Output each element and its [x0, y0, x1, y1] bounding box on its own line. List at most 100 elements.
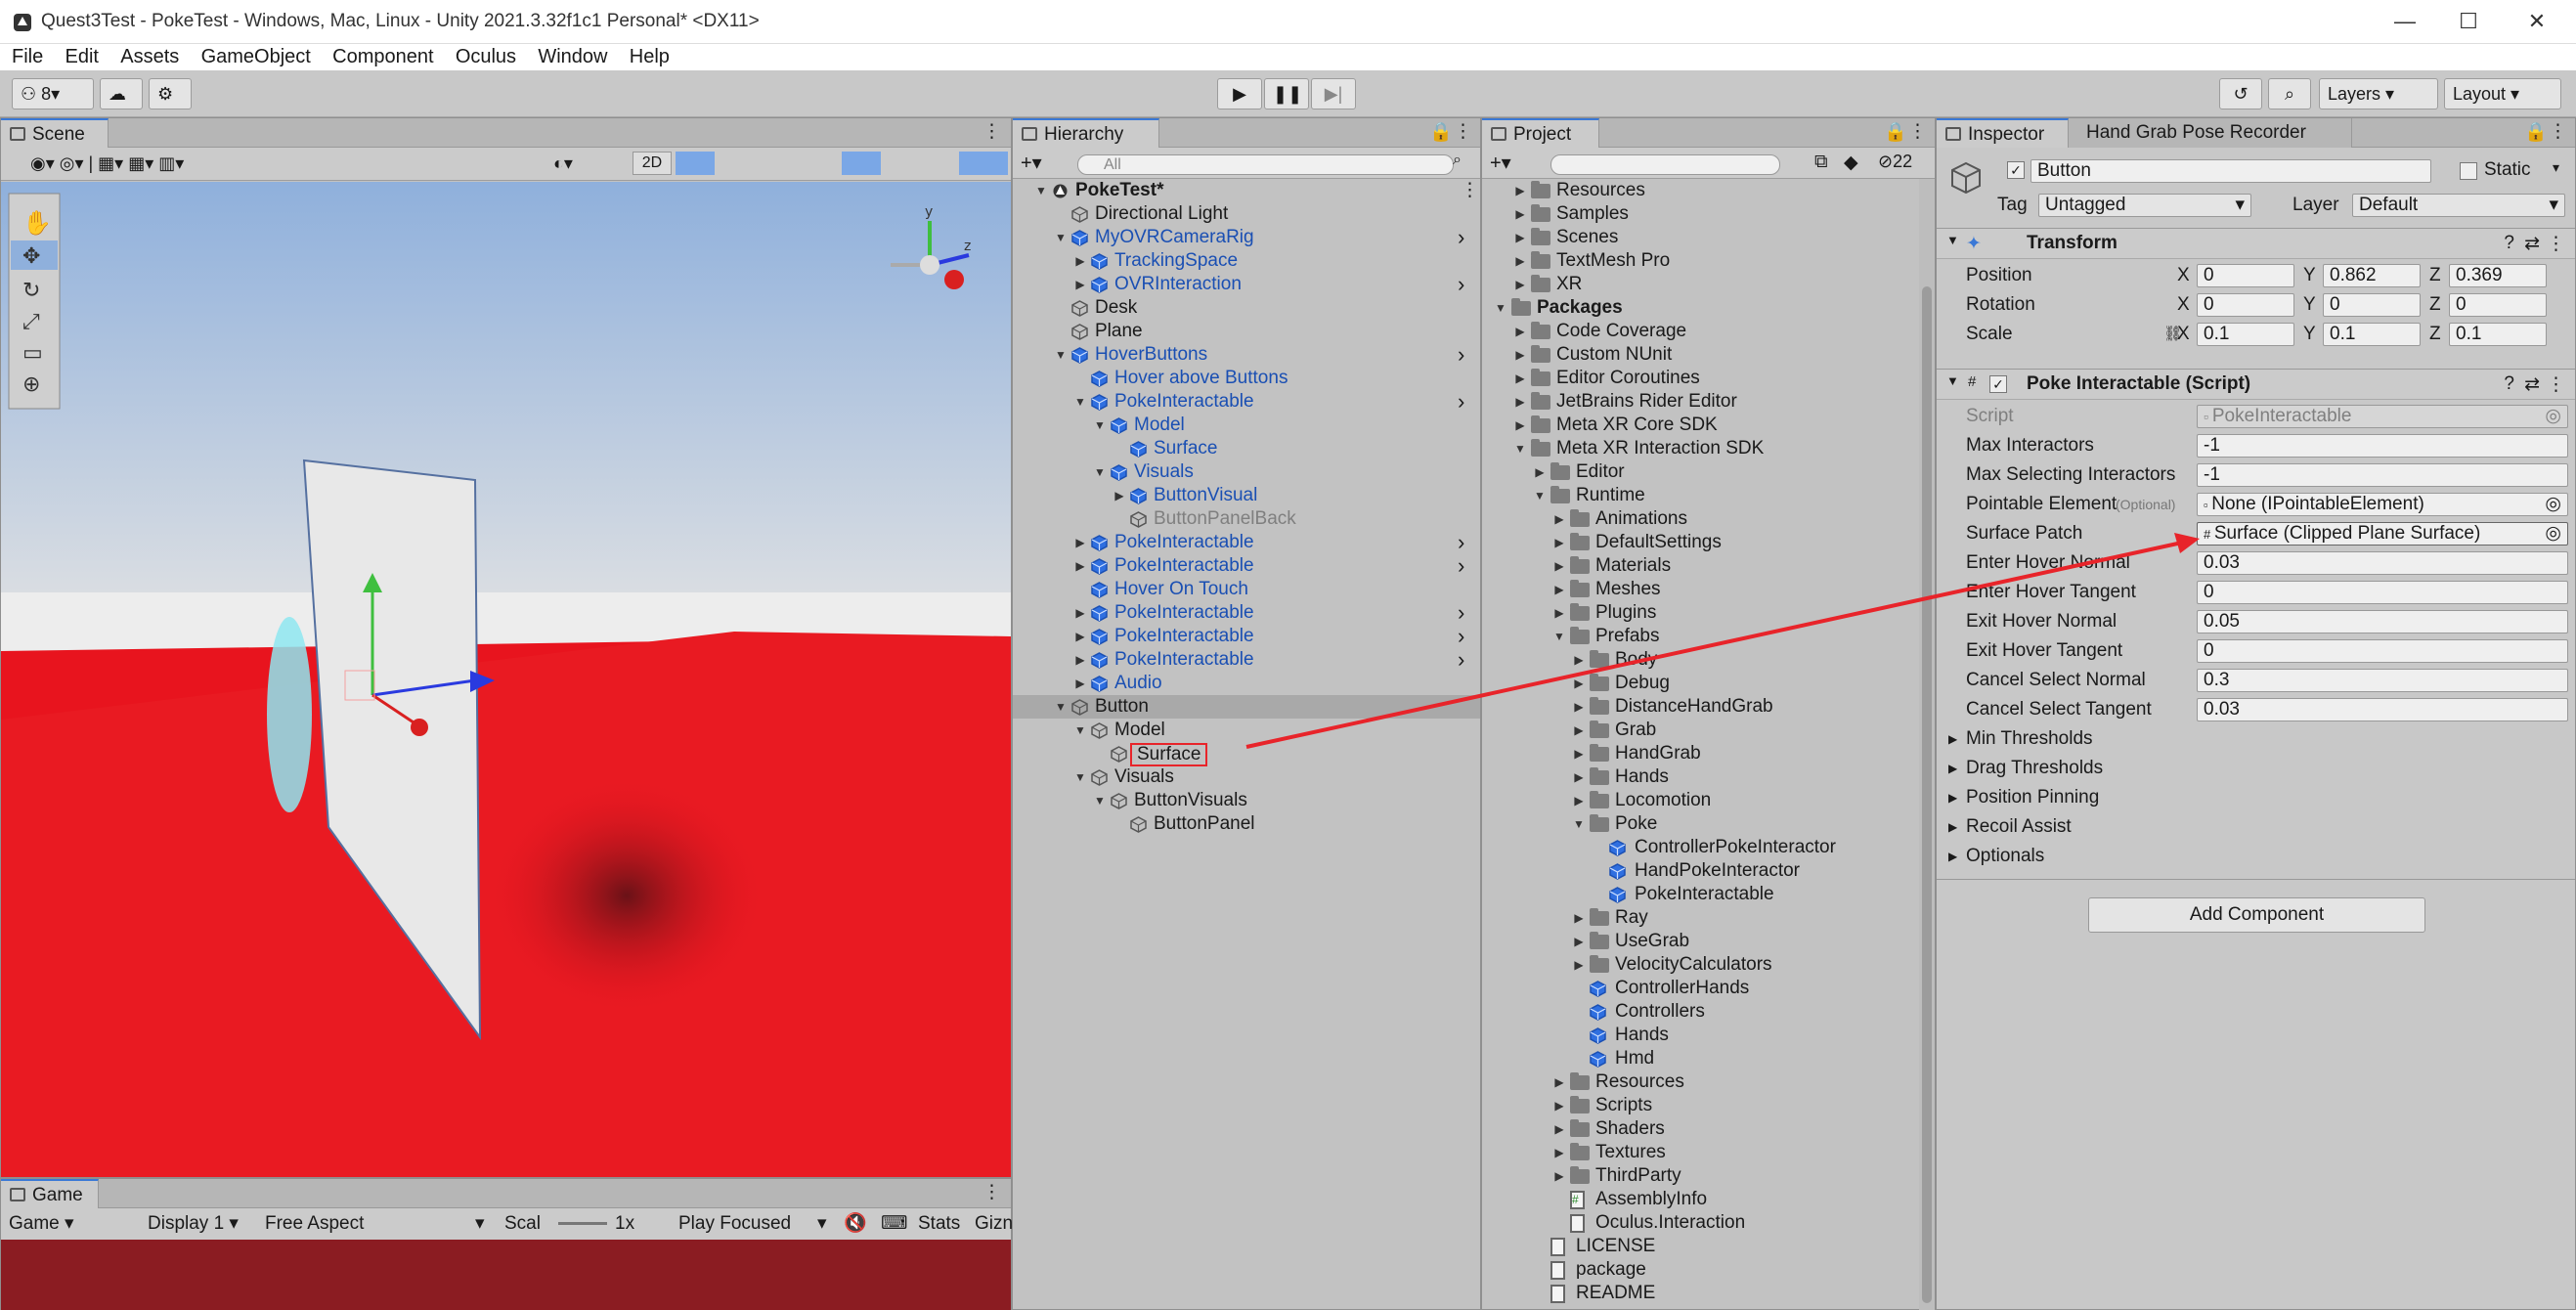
- expand-toggle-icon[interactable]: ▶: [1572, 906, 1586, 930]
- project-item[interactable]: ▶ Editor Coroutines: [1482, 367, 1917, 390]
- draw-mode-icon[interactable]: ◉▾ ◎▾ | ▦▾ ▦▾ ▥▾: [30, 153, 184, 174]
- hierarchy-item[interactable]: ▶ PokeInteractable ›: [1013, 648, 1480, 672]
- project-item[interactable]: ▶ Hands: [1482, 765, 1917, 789]
- preset-icon[interactable]: ⇄: [2524, 233, 2540, 255]
- play-focused-dropdown[interactable]: Play Focused: [678, 1208, 791, 1240]
- expand-toggle-icon[interactable]: ▶: [1552, 578, 1566, 601]
- tag-dropdown[interactable]: Untagged ▾: [2038, 194, 2251, 217]
- poke-field-value[interactable]: 0.3: [2197, 669, 2568, 692]
- expand-toggle-icon[interactable]: ▶: [1552, 554, 1566, 578]
- display-dropdown[interactable]: Display 1 ▾: [148, 1208, 239, 1240]
- x-field[interactable]: 0: [2197, 264, 2294, 287]
- hierarchy-item[interactable]: ▼ HoverButtons ›: [1013, 343, 1480, 367]
- foldout-row[interactable]: ▶ Drag Thresholds: [1937, 754, 2575, 783]
- history-icon[interactable]: ↺: [2219, 78, 2262, 109]
- expand-toggle-icon[interactable]: ▼: [1054, 343, 1068, 367]
- project-item[interactable]: ▶ TextMesh Pro: [1482, 249, 1917, 273]
- foldout-row[interactable]: ▶ Optionals: [1937, 842, 2575, 871]
- project-item[interactable]: ▶ DefaultSettings: [1482, 531, 1917, 554]
- expand-toggle-icon[interactable]: ▼: [1093, 460, 1107, 484]
- child-arrow-icon[interactable]: ›: [1458, 390, 1464, 414]
- hierarchy-item[interactable]: ▶ PokeInteractable ›: [1013, 601, 1480, 625]
- hierarchy-item[interactable]: ButtonPanel: [1013, 812, 1480, 836]
- tab-hierarchy[interactable]: Hierarchy: [1013, 118, 1159, 148]
- scene-viewport[interactable]: y z ✋ ✥ ↻ ⤢ ▭ ⊕: [1, 182, 1011, 1177]
- hierarchy-item[interactable]: ▶ PokeInteractable ›: [1013, 554, 1480, 578]
- mute-icon[interactable]: 🔇: [844, 1208, 867, 1240]
- y-field[interactable]: 0.862: [2323, 264, 2421, 287]
- foldout-toggle-icon[interactable]: ▶: [1948, 754, 1957, 783]
- expand-toggle-icon[interactable]: ▶: [1513, 179, 1527, 202]
- play-button[interactable]: ▶: [1217, 78, 1262, 109]
- help-icon[interactable]: ?: [2504, 233, 2514, 254]
- z-field[interactable]: 0.1: [2449, 323, 2547, 346]
- project-item[interactable]: README: [1482, 1282, 1917, 1305]
- poke-field-value[interactable]: 0.03: [2197, 698, 2568, 721]
- project-item[interactable]: ▶ ThirdParty: [1482, 1164, 1917, 1188]
- expand-toggle-icon[interactable]: ▶: [1513, 249, 1527, 273]
- inspector-more-icon[interactable]: ⋮: [2549, 120, 2567, 143]
- project-create-button[interactable]: +▾: [1490, 151, 1511, 175]
- account-button[interactable]: ⚇ 8▾: [12, 78, 94, 109]
- hierarchy-item[interactable]: ▼ Visuals: [1013, 765, 1480, 789]
- menu-window[interactable]: Window: [538, 44, 607, 70]
- expand-toggle-icon[interactable]: ▼: [1533, 484, 1547, 507]
- expand-toggle-icon[interactable]: ▶: [1073, 554, 1087, 578]
- layout-dropdown[interactable]: Layout ▾: [2444, 78, 2561, 109]
- pause-button[interactable]: ❚❚: [1264, 78, 1309, 109]
- project-item[interactable]: ▶ Textures: [1482, 1141, 1917, 1164]
- expand-toggle-icon[interactable]: ▶: [1552, 1164, 1566, 1188]
- expand-toggle-icon[interactable]: ▶: [1073, 625, 1087, 648]
- project-item[interactable]: ▶ VelocityCalculators: [1482, 953, 1917, 977]
- foldout-toggle-icon[interactable]: ▶: [1948, 842, 1957, 871]
- static-chevron-icon[interactable]: ▾: [2553, 159, 2559, 176]
- inspector-lock-icon[interactable]: 🔒: [2524, 120, 2548, 144]
- menu-help[interactable]: Help: [630, 44, 670, 70]
- hierarchy-item[interactable]: ▶ Audio: [1013, 672, 1480, 695]
- expand-toggle-icon[interactable]: ▶: [1572, 765, 1586, 789]
- tab-scene[interactable]: Scene: [1, 118, 109, 148]
- transform-header[interactable]: ▼ ✦ Transform ? ⇄ ⋮: [1937, 228, 2575, 259]
- expand-toggle-icon[interactable]: ▶: [1572, 953, 1586, 977]
- stats-button[interactable]: Stats: [918, 1208, 960, 1240]
- expand-toggle-icon[interactable]: ▶: [1572, 695, 1586, 719]
- z-field[interactable]: 0.369: [2449, 264, 2547, 287]
- project-item[interactable]: Controllers: [1482, 1000, 1917, 1024]
- y-field[interactable]: 0: [2323, 293, 2421, 317]
- project-item[interactable]: ControllerPokeInteractor: [1482, 836, 1917, 859]
- project-item[interactable]: Hands: [1482, 1024, 1917, 1047]
- hierarchy-item[interactable]: Desk: [1013, 296, 1480, 320]
- gizmos-button[interactable]: Gizn: [975, 1208, 1013, 1240]
- hierarchy-item[interactable]: ▼ ButtonVisuals: [1013, 789, 1480, 812]
- project-item[interactable]: ▼ Meta XR Interaction SDK: [1482, 437, 1917, 460]
- object-picker-icon[interactable]: ◎: [2545, 523, 2561, 545]
- project-item[interactable]: ▼ Poke: [1482, 812, 1917, 836]
- active-checkbox[interactable]: ✓: [2007, 161, 2025, 179]
- hierarchy-item[interactable]: ▶ PokeInteractable ›: [1013, 531, 1480, 554]
- hierarchy-search-input[interactable]: All: [1077, 154, 1454, 175]
- project-item[interactable]: ▶ Samples: [1482, 202, 1917, 226]
- foldout-toggle-icon[interactable]: ▶: [1948, 783, 1957, 812]
- expand-toggle-icon[interactable]: ▶: [1552, 507, 1566, 531]
- game-more-icon[interactable]: ⋮: [982, 1181, 1001, 1203]
- shading-icon[interactable]: ◐▾: [553, 153, 573, 174]
- expand-toggle-icon[interactable]: ▶: [1552, 1070, 1566, 1094]
- expand-toggle-icon[interactable]: ▶: [1073, 273, 1087, 296]
- project-item[interactable]: ▶ Ray: [1482, 906, 1917, 930]
- project-more-icon[interactable]: ⋮: [1908, 120, 1927, 143]
- search-icon[interactable]: ⌕: [2268, 78, 2311, 109]
- poke-interactable-header[interactable]: ▼ # ✓ Poke Interactable (Script) ? ⇄ ⋮: [1937, 369, 2575, 400]
- game-view-dropdown[interactable]: Game ▾: [9, 1208, 74, 1240]
- menu-gameobject[interactable]: GameObject: [201, 44, 311, 70]
- mode-2d-button[interactable]: 2D: [633, 152, 672, 175]
- foldout-toggle-icon[interactable]: ▶: [1948, 812, 1957, 842]
- expand-toggle-icon[interactable]: ▼: [1494, 296, 1507, 320]
- play-focused-chevron-icon[interactable]: ▾: [817, 1208, 827, 1240]
- game-viewport[interactable]: [1, 1240, 1011, 1310]
- project-item[interactable]: ▶ Resources: [1482, 1070, 1917, 1094]
- object-picker-icon[interactable]: ◎: [2545, 494, 2561, 515]
- expand-toggle-icon[interactable]: ▶: [1073, 531, 1087, 554]
- expand-toggle-icon[interactable]: ▶: [1572, 742, 1586, 765]
- project-item[interactable]: ▶ Debug: [1482, 672, 1917, 695]
- minimize-button[interactable]: —: [2376, 6, 2434, 37]
